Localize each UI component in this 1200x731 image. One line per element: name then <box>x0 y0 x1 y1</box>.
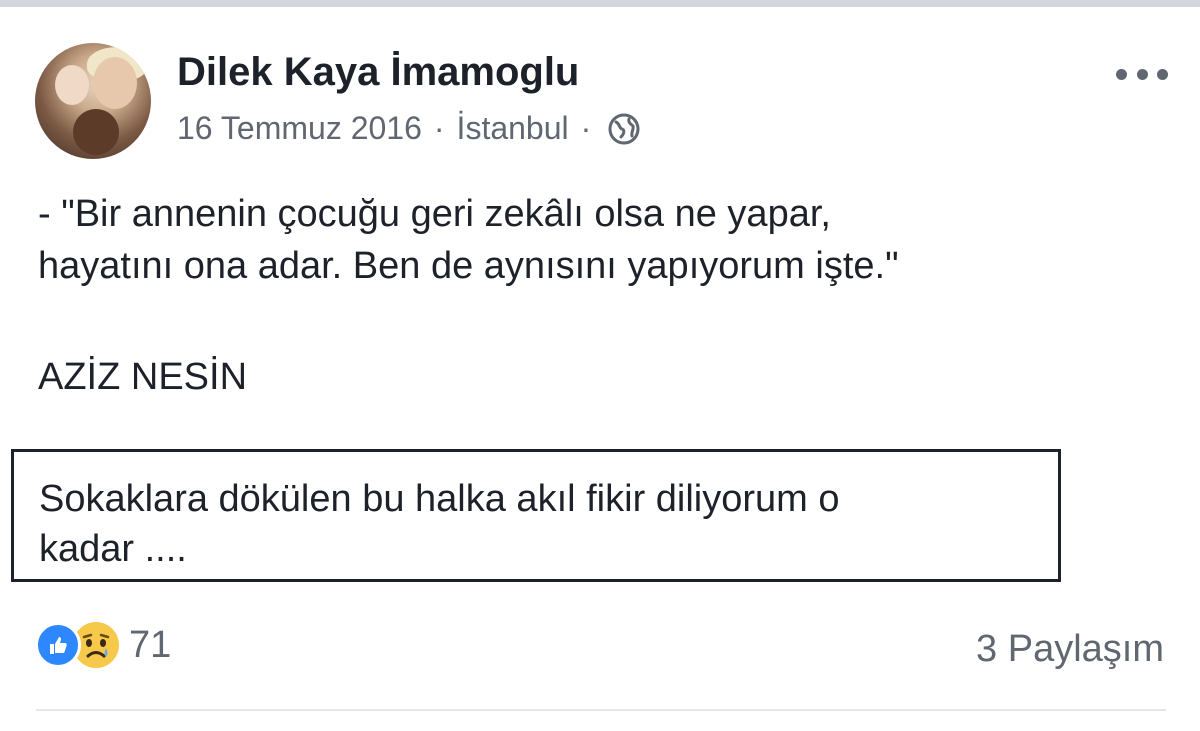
post-text-line: - "Bir annenin çocuğu geri zekâlı olsa n… <box>38 193 831 235</box>
avatar[interactable] <box>35 43 151 159</box>
post-text-line: hayatını ona adar. Ben de aynısını yapıy… <box>38 245 899 287</box>
boxed-text-line: Sokaklara dökülen bu halka akıl fikir di… <box>39 478 840 520</box>
boxed-comment: Sokaklara dökülen bu halka akıl fikir di… <box>11 449 1061 582</box>
post-meta: 16 Temmuz 2016 · İstanbul · <box>177 110 641 147</box>
quote-author: AZİZ NESİN <box>38 356 248 398</box>
like-icon <box>35 622 81 668</box>
reaction-count: 71 <box>129 623 172 666</box>
post-text: - "Bir annenin çocuğu geri zekâlı olsa n… <box>38 188 1158 292</box>
globe-icon[interactable] <box>607 112 641 146</box>
meta-separator-2: · <box>580 110 592 146</box>
top-border <box>0 0 1200 7</box>
divider <box>36 709 1166 711</box>
shares-link[interactable]: 3 Paylaşım <box>976 628 1164 671</box>
boxed-text-line: kadar .... <box>39 528 187 570</box>
meta-separator: · <box>433 110 445 146</box>
author-name[interactable]: Dilek Kaya İmamoglu <box>177 50 579 95</box>
post-location[interactable]: İstanbul <box>457 110 569 147</box>
post-date[interactable]: 16 Temmuz 2016 <box>177 110 422 147</box>
reactions-summary[interactable]: 71 <box>35 622 171 668</box>
more-options-icon[interactable] <box>1116 64 1168 84</box>
